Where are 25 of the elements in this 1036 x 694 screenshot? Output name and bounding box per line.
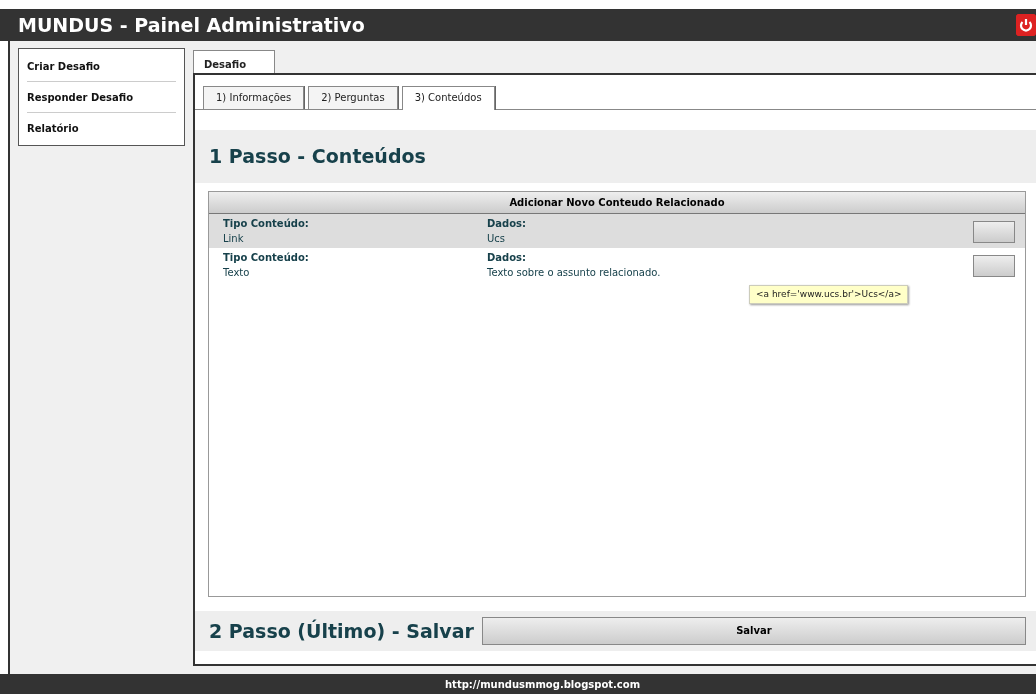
field-label: Tipo Conteúdo: xyxy=(223,216,309,231)
tab[interactable]: Desafio xyxy=(193,50,276,73)
field-label: Dados: xyxy=(487,250,527,265)
save-button[interactable]: Salvar xyxy=(481,616,1026,645)
tab[interactable]: 2) Perguntas xyxy=(308,86,398,109)
field-value: Ucs xyxy=(487,231,506,246)
sidebar-item[interactable]: Criar Desafio xyxy=(27,51,176,82)
section-heading: 1 Passo - Conteúdos xyxy=(209,144,427,169)
field-label: Dados: xyxy=(487,216,527,231)
row-action-button[interactable] xyxy=(973,220,1015,243)
add-content-button[interactable]: Adicionar Novo Conteudo Relacionado xyxy=(209,191,1025,214)
footer-link[interactable]: http://mundusmmog.blogspot.com xyxy=(445,676,641,692)
power-icon[interactable] xyxy=(1016,14,1036,36)
field-label: Tipo Conteúdo: xyxy=(223,250,309,265)
row-action-button[interactable] xyxy=(973,254,1015,277)
tab[interactable]: 3) Conteúdos xyxy=(401,86,495,110)
field-value: Texto xyxy=(223,265,250,280)
sidebar-item[interactable]: Responder Desafio xyxy=(27,82,176,113)
tab[interactable]: 1) Informações xyxy=(203,86,305,109)
field-value: Texto sobre o assunto relacionado. xyxy=(487,265,661,280)
sidebar-item[interactable]: Relatório xyxy=(27,113,176,143)
tooltip: <a href='www.ucs.br'>Ucs</a> xyxy=(749,284,909,304)
app-title: MUNDUS - Painel Administrativo xyxy=(18,12,365,38)
field-value: Link xyxy=(223,231,244,246)
section-heading: 2 Passo (Último) - Salvar xyxy=(209,618,474,644)
